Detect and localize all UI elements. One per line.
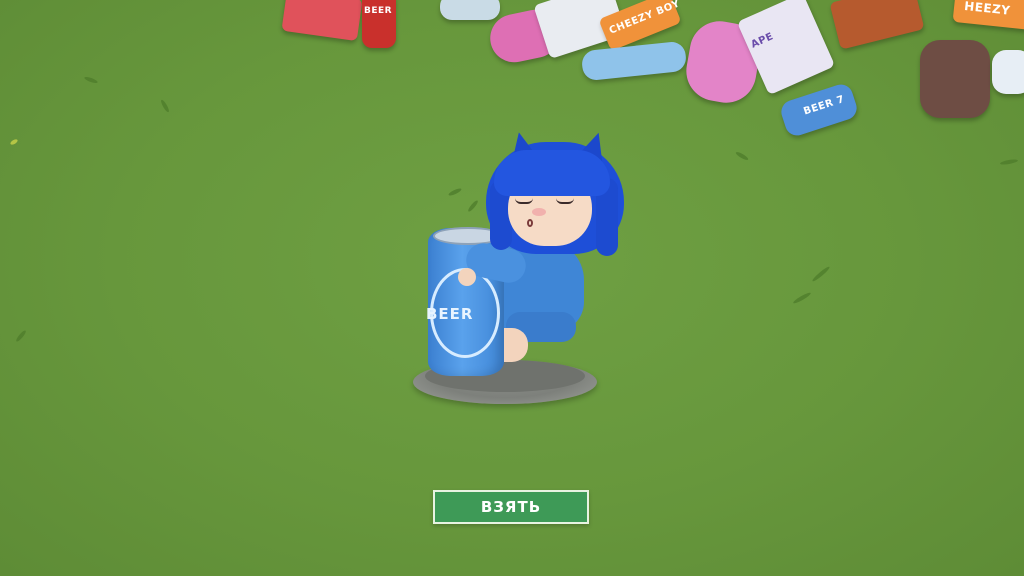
- blue-can-item: BEER 7: [778, 81, 860, 139]
- grass-blade: [83, 75, 99, 85]
- grass-blade: [734, 150, 750, 162]
- juice-box-item: [281, 0, 363, 42]
- cream-jar-item: [992, 50, 1024, 94]
- blush: [532, 208, 546, 216]
- beer-can-red-item: BEER: [362, 0, 396, 48]
- item-label: BEER 7: [802, 93, 847, 118]
- item-label: HEEZY: [963, 0, 1012, 18]
- can-brand-text: BEER: [426, 305, 474, 323]
- water-bottle-item: [580, 40, 688, 82]
- grass-blade: [811, 265, 831, 283]
- grass-blade: [159, 98, 171, 114]
- grass-blade: [999, 158, 1019, 166]
- character-bangs: [494, 150, 610, 196]
- cardboard-box-item: [829, 0, 925, 50]
- item-label: CHEEZY BOY: [607, 0, 682, 37]
- grass-blade: [792, 291, 812, 305]
- item-label: APE: [749, 31, 776, 51]
- take-button[interactable]: ВЗЯТЬ: [433, 490, 589, 524]
- grass-blade: [466, 199, 480, 213]
- bottle-item: [440, 0, 500, 20]
- item-label: BEER: [364, 6, 393, 16]
- grass-blade: [9, 138, 19, 146]
- game-scene: BEER CHEEZY BOY APE BEER 7 HEEZY BEER ВЗ…: [0, 0, 1024, 576]
- cheezy-box-item: HEEZY: [952, 0, 1024, 31]
- item-pile: BEER CHEEZY BOY APE BEER 7 HEEZY: [280, 0, 1024, 140]
- character-mouth: [527, 219, 533, 227]
- character-hand: [458, 268, 476, 286]
- drum-item: [920, 40, 990, 118]
- grass-blade: [447, 187, 463, 197]
- grass-blade: [14, 329, 28, 343]
